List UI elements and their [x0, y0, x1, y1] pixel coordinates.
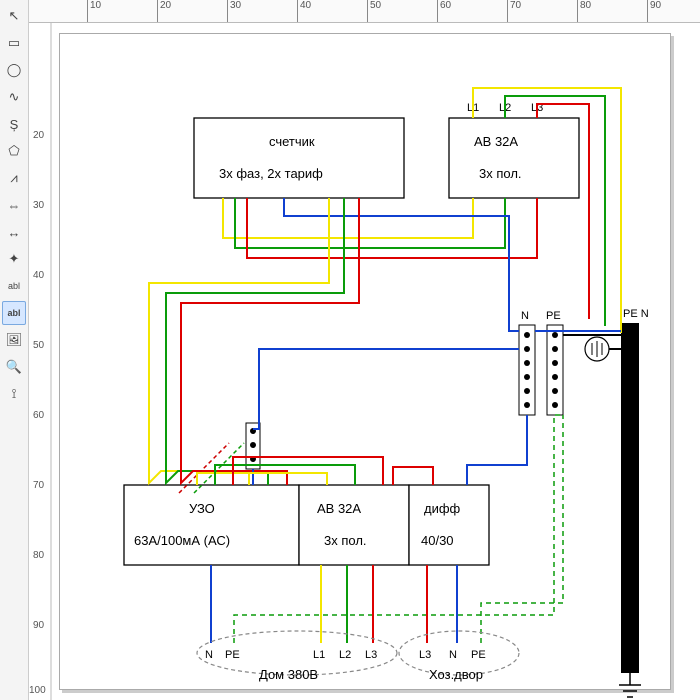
out2-l3: L3 — [419, 649, 431, 661]
svg-text:50: 50 — [33, 340, 45, 351]
out-l3: L3 — [365, 649, 377, 661]
svg-text:80: 80 — [33, 550, 45, 561]
out-n: N — [205, 649, 213, 661]
ruler-tick: 20 — [157, 0, 171, 22]
app-frame: ↖ ▭ ◯ ∿ Ș ⬠ ⩘ ⇔ ↔ ✦ abl abl 🖼 🔍 ⟟ 10 20 … — [0, 0, 700, 700]
label-n: N — [521, 310, 529, 322]
ruler-tick: 30 — [227, 0, 241, 22]
tool-pointer[interactable]: ↖ — [2, 4, 26, 28]
svg-text:60: 60 — [33, 410, 45, 421]
horizontal-ruler: 10 20 30 40 50 60 70 80 90 — [29, 0, 700, 23]
tool-polygon[interactable]: ⬠ — [2, 139, 26, 163]
svg-text:30: 30 — [33, 200, 45, 211]
svg-text:100: 100 — [29, 685, 46, 696]
ruler-tick: 80 — [577, 0, 591, 22]
tool-dimension[interactable]: ↔ — [2, 220, 26, 244]
ruler-tick: 50 — [367, 0, 381, 22]
ruler-tick: 70 — [507, 0, 521, 22]
uzo-line1: УЗО — [189, 501, 215, 516]
out2-n: N — [449, 649, 457, 661]
pen-busbar — [621, 323, 639, 673]
meter-line2: 3х фаз, 2х тариф — [219, 166, 323, 181]
block-uzo — [124, 485, 299, 565]
tool-image[interactable]: 🖼 — [2, 328, 26, 352]
out2-pe: PE — [471, 649, 486, 661]
tool-zoom[interactable]: 🔍 — [2, 355, 26, 379]
toolbox: ↖ ▭ ◯ ∿ Ș ⬠ ⩘ ⇔ ↔ ✦ abl abl 🖼 🔍 ⟟ — [0, 0, 29, 700]
tool-polyline[interactable]: ⩘ — [2, 166, 26, 190]
svg-text:70: 70 — [33, 480, 45, 491]
ruler-tick: 40 — [297, 0, 311, 22]
label-pe: PE — [546, 310, 561, 322]
label-yard: Хоз.двор — [429, 667, 483, 682]
tool-line[interactable]: ⇔ — [2, 193, 26, 217]
ruler-tick: 90 — [647, 0, 661, 22]
breaker2-line1: АВ 32А — [317, 501, 361, 516]
pe-terminal — [547, 325, 563, 415]
label-house: Дом 380В — [259, 667, 318, 682]
tool-measure[interactable]: ⟟ — [2, 382, 26, 406]
breaker1-line1: АВ 32А — [474, 134, 518, 149]
diff-line1: дифф — [424, 501, 461, 516]
tool-ellipse[interactable]: ◯ — [2, 58, 26, 82]
svg-text:40: 40 — [33, 270, 45, 281]
breaker2-line2: 3х пол. — [324, 533, 367, 548]
meter-line1: счетчик — [269, 134, 315, 149]
block-diff — [409, 485, 489, 565]
workspace: 10 20 30 40 50 60 70 80 90 20 30 40 50 60 70… — [29, 0, 700, 700]
out-l2: L2 — [339, 649, 351, 661]
ruler-tick: 60 — [437, 0, 451, 22]
breaker1-line2: 3х пол. — [479, 166, 522, 181]
diff-line2: 40/30 — [421, 533, 454, 548]
svg-text:90: 90 — [33, 620, 45, 631]
ruler-tick: 10 — [87, 0, 101, 22]
diagram-svg: 20 30 40 50 60 70 80 90 100 PE N — [29, 23, 700, 700]
tool-rect[interactable]: ▭ — [2, 31, 26, 55]
tool-freehand[interactable]: ∿ — [2, 85, 26, 109]
out-pe: PE — [225, 649, 240, 661]
uzo-line2: 63А/100мА (АС) — [134, 533, 230, 548]
canvas[interactable]: 20 30 40 50 60 70 80 90 100 PE N — [29, 23, 700, 700]
svg-text:20: 20 — [33, 130, 45, 141]
tool-textbox[interactable]: abl — [2, 301, 26, 325]
tool-text[interactable]: abl — [2, 274, 26, 298]
block-meter — [194, 118, 404, 198]
tool-bezier[interactable]: Ș — [2, 112, 26, 136]
block-breaker1 — [449, 118, 579, 198]
n-terminal — [519, 325, 535, 415]
label-pen: PE N — [623, 308, 649, 320]
block-breaker2 — [299, 485, 409, 565]
tool-crosshair[interactable]: ✦ — [2, 247, 26, 271]
out-l1: L1 — [313, 649, 325, 661]
